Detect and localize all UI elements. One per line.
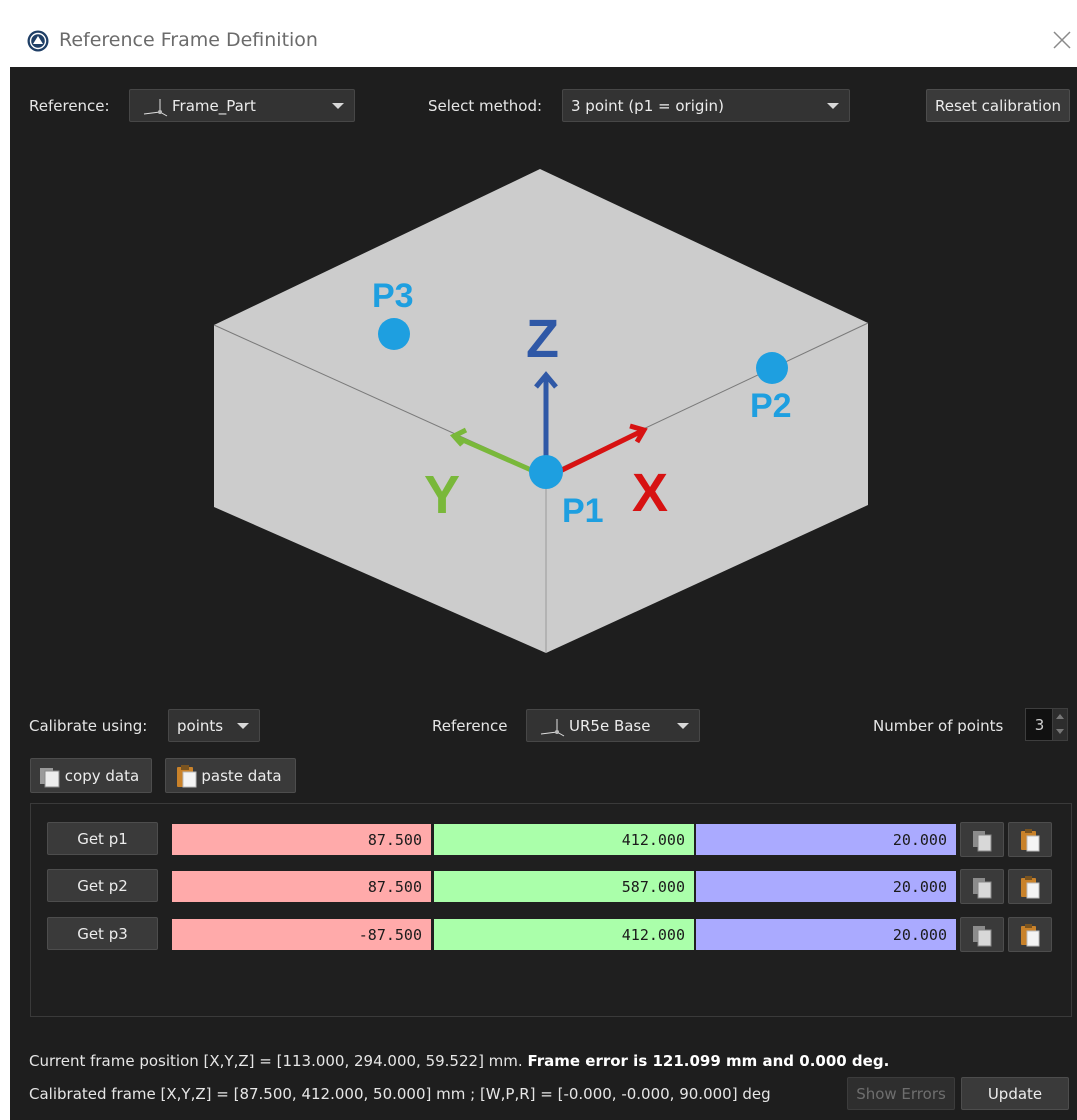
frame-illustration: P1 P2 P3 Z Y X [213,169,869,653]
calibration-reference-label: Reference [432,717,508,735]
p3-x-field[interactable]: -87.500 [172,919,431,950]
get-p2-button[interactable]: Get p2 [47,869,158,902]
point-row-p2: Get p2 87.500 587.000 20.000 [31,869,1071,904]
point-p2-marker [756,352,788,384]
select-method-label: Select method: [428,97,543,115]
axis-y-label: Y [424,465,460,525]
p2-paste-button[interactable] [1008,869,1052,904]
p2-y-field[interactable]: 587.000 [434,871,694,902]
reference-frame-value: Frame_Part [172,96,256,115]
calibrate-using-combo[interactable]: points [168,709,260,742]
select-method-combo[interactable]: 3 point (p1 = origin) [562,89,850,122]
point-row-p1: Get p1 87.500 412.000 20.000 [31,822,1071,857]
paste-data-label: paste data [201,766,282,785]
p3-paste-button[interactable] [1008,917,1052,952]
reset-calibration-button[interactable]: Reset calibration [926,89,1070,122]
point-p2-label: P2 [750,387,792,425]
copy-icon [39,767,60,787]
select-method-value: 3 point (p1 = origin) [571,96,724,115]
number-of-points-spinbox[interactable]: 3 [1025,708,1068,741]
p1-x-field[interactable]: 87.500 [172,824,431,855]
spin-up-icon[interactable] [1056,714,1064,719]
get-p3-button[interactable]: Get p3 [47,917,158,950]
calibrate-using-value: points [177,716,224,735]
points-table: Get p1 87.500 412.000 20.000 Get p2 87.5… [30,803,1072,1017]
current-frame-position: Current frame position [X,Y,Z] = [113.00… [29,1052,528,1070]
number-of-points-label: Number of points [873,717,1004,735]
frame-error-text: Frame error is 121.099 mm and 0.000 deg. [527,1052,890,1070]
p1-copy-button[interactable] [960,822,1004,857]
point-row-p3: Get p3 -87.500 412.000 20.000 [31,917,1071,952]
p3-y-field[interactable]: 412.000 [434,919,694,950]
point-p1-marker [529,455,563,489]
reference-frame-combo[interactable]: Frame_Part [129,89,355,122]
calibrated-frame-status: Calibrated frame [X,Y,Z] = [87.500, 412.… [29,1085,771,1103]
chevron-down-icon [677,723,689,729]
copy-data-label: copy data [64,766,140,785]
paste-data-button[interactable]: paste data [165,758,296,793]
frame-icon [540,718,565,736]
chevron-down-icon [237,723,249,729]
show-errors-button[interactable]: Show Errors [847,1077,955,1110]
axis-x-label: X [632,463,668,523]
current-frame-status: Current frame position [X,Y,Z] = [113.00… [29,1052,889,1070]
frame-icon [143,98,168,116]
paste-icon [1021,875,1040,898]
copy-data-button[interactable]: copy data [30,758,152,793]
p2-copy-button[interactable] [960,869,1004,904]
spin-down-icon[interactable] [1056,729,1064,734]
p2-z-field[interactable]: 20.000 [696,871,956,902]
reference-label: Reference: [29,97,110,115]
window-title: Reference Frame Definition [59,29,318,51]
copy-icon [973,877,992,898]
chevron-down-icon [827,103,839,109]
copy-icon [973,925,992,946]
p1-z-field[interactable]: 20.000 [696,824,956,855]
p1-y-field[interactable]: 412.000 [434,824,694,855]
get-p1-button[interactable]: Get p1 [47,822,158,855]
axis-z-label: Z [526,309,559,369]
chevron-down-icon [332,103,344,109]
p3-copy-button[interactable] [960,917,1004,952]
update-button[interactable]: Update [961,1077,1069,1110]
point-p1-label: P1 [562,492,604,530]
calibration-reference-value: UR5e Base [569,716,651,735]
p1-paste-button[interactable] [1008,822,1052,857]
calibration-reference-combo[interactable]: UR5e Base [526,709,700,742]
number-of-points-value[interactable]: 3 [1026,709,1053,740]
spin-arrows[interactable] [1052,709,1067,740]
copy-icon [973,830,992,851]
paste-icon [177,764,197,787]
paste-icon [1021,828,1040,851]
point-p3-marker [378,318,410,350]
title-bar: Reference Frame Definition [0,0,1077,67]
calibrate-using-label: Calibrate using: [29,717,148,735]
p3-z-field[interactable]: 20.000 [696,919,956,950]
dialog-body: Reference: Frame_Part Select method: 3 p… [10,67,1077,1120]
point-p3-label: P3 [372,277,414,315]
close-icon[interactable] [1049,27,1075,53]
robodk-app-icon [27,30,49,52]
paste-icon [1021,923,1040,946]
p2-x-field[interactable]: 87.500 [172,871,431,902]
